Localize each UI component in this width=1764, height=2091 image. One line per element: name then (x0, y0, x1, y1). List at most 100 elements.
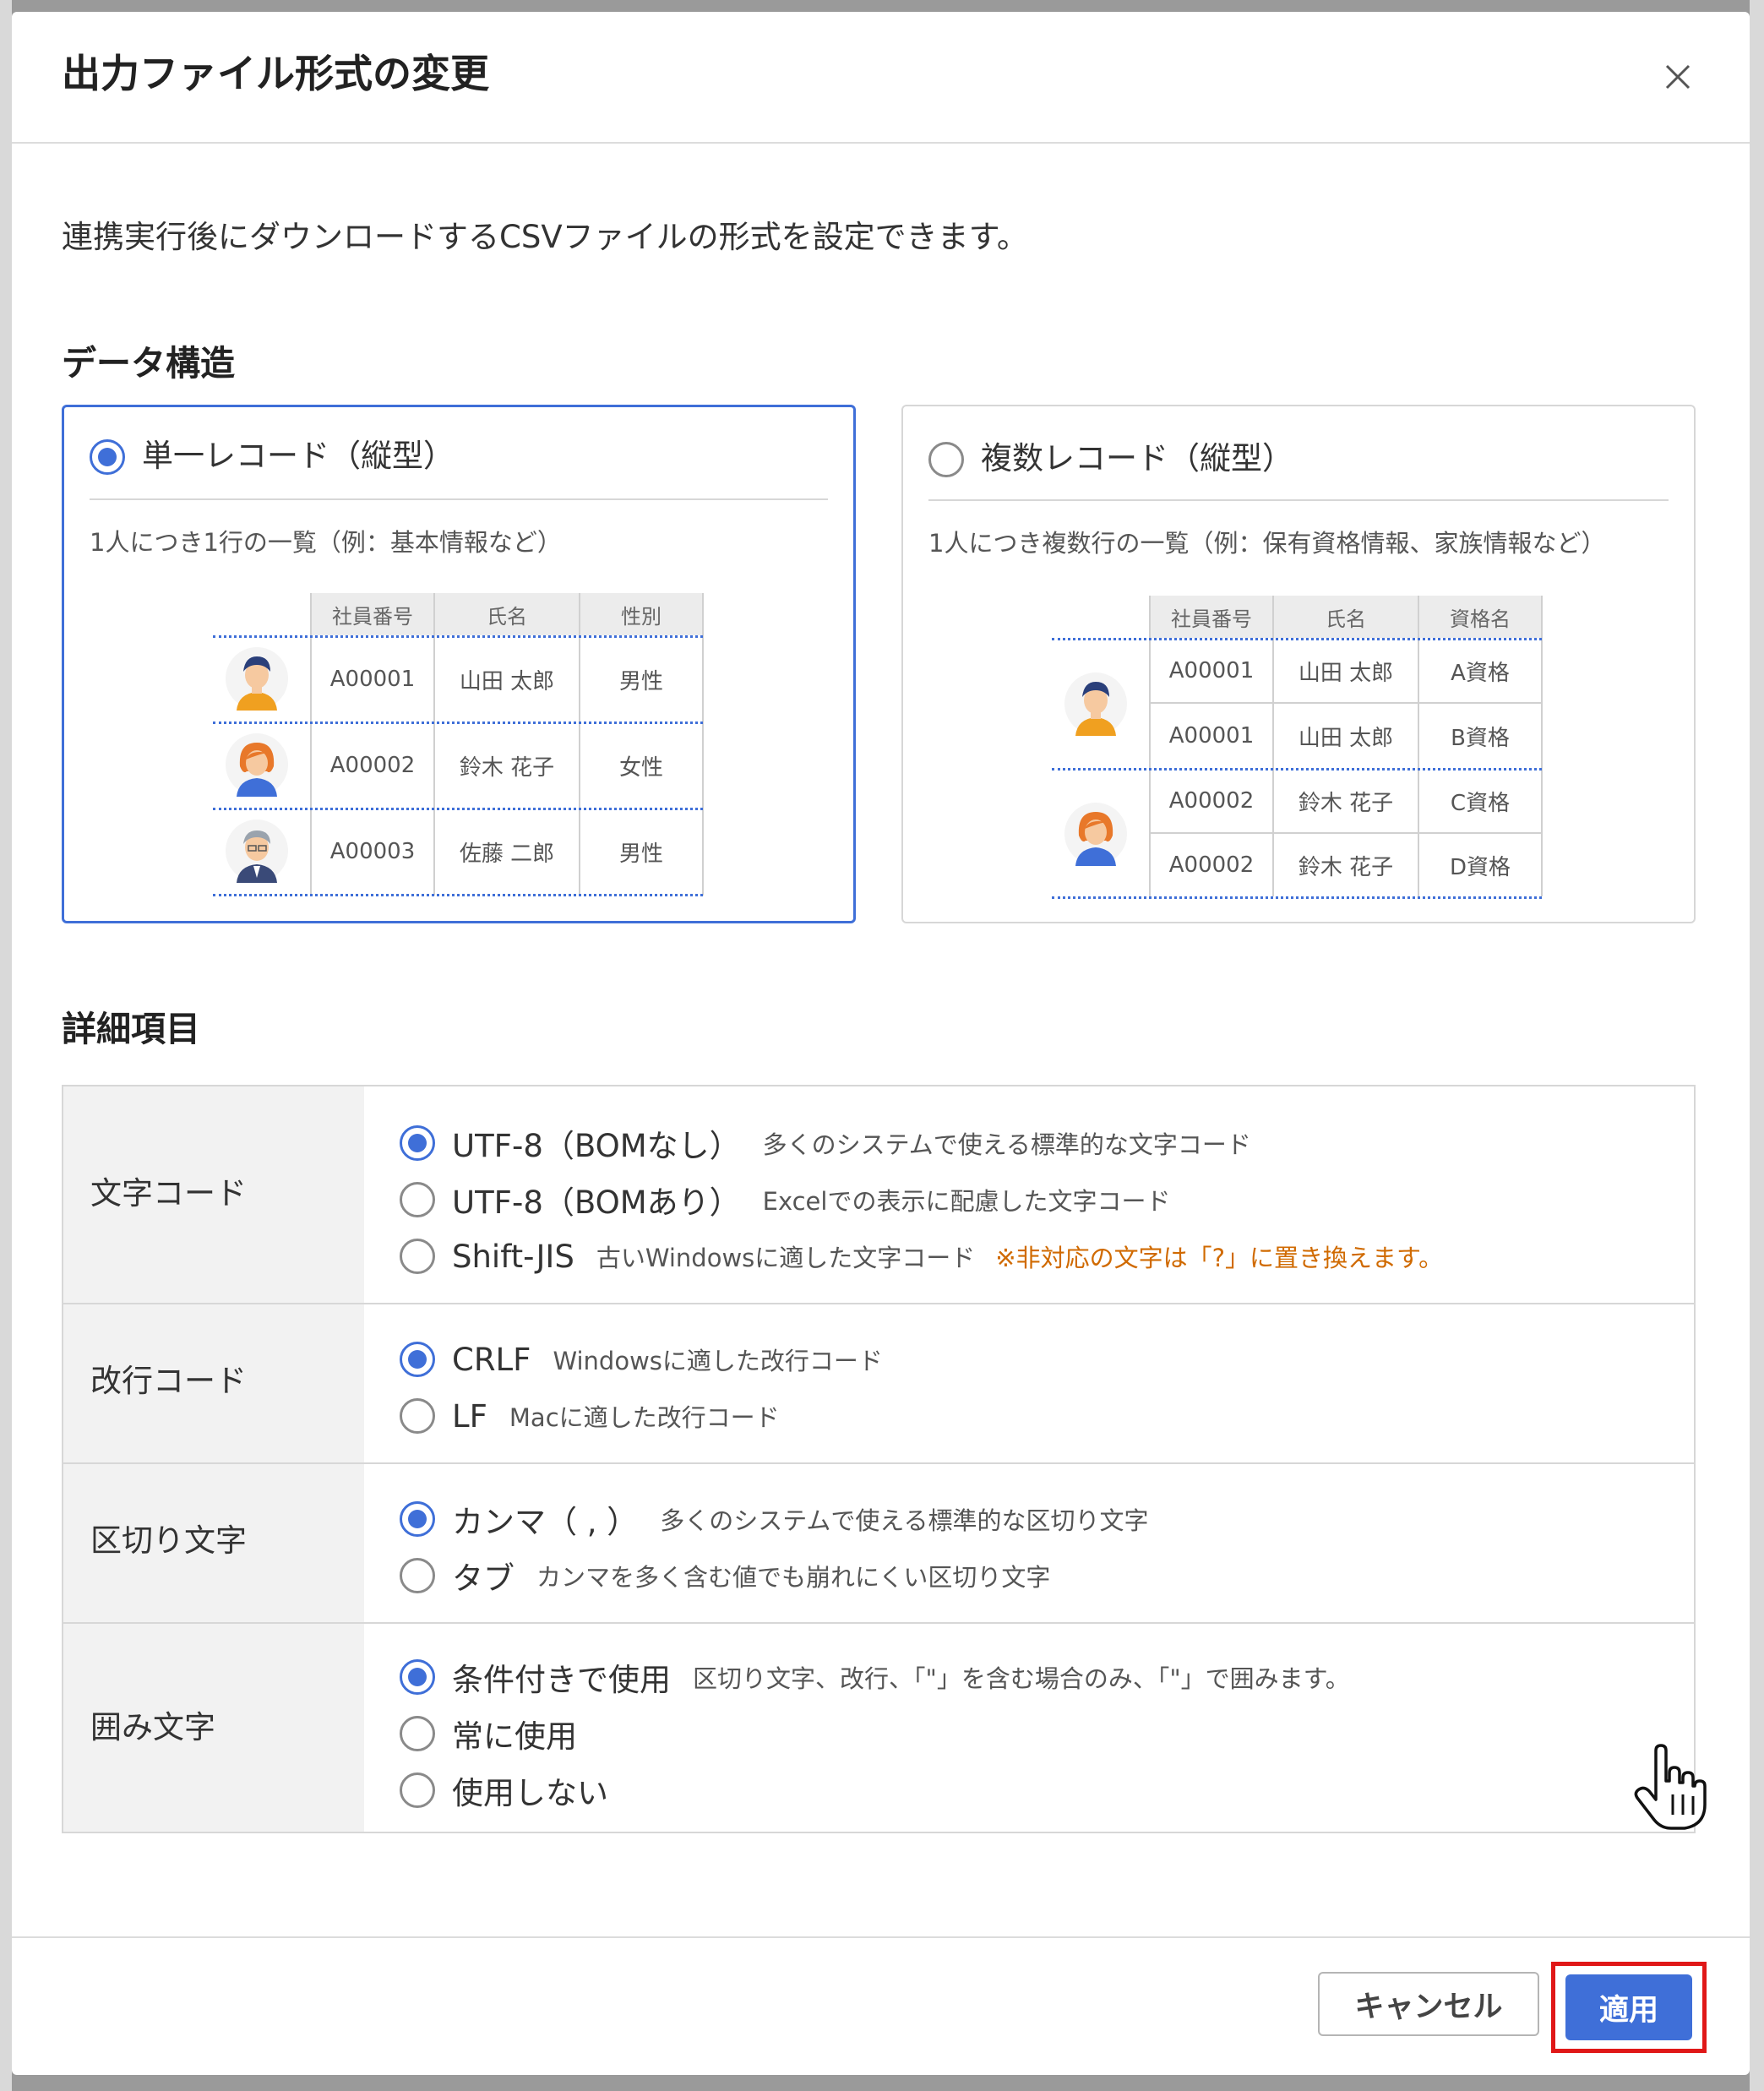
option-always[interactable]: 常に使用 (400, 1713, 599, 1755)
option-label: CRLF (452, 1341, 531, 1378)
backdrop-right (1750, 0, 1764, 2091)
option-conditional[interactable]: 条件付きで使用 区切り文字、改行、「"」を含む場合のみ、「"」で囲みます。 (400, 1656, 1350, 1698)
table-cell: 鈴木 花子 (459, 754, 555, 781)
option-shift-jis[interactable]: Shift-JIS 古いWindowsに適した文字コード ※非対応の文字は「?」… (400, 1235, 1443, 1277)
option-description: Excelでの表示に配慮した文字コード (762, 1187, 1171, 1216)
line-code-row: 改行コード CRLF Windowsに適した改行コード LF Macに適した改行… (63, 1303, 1694, 1462)
shift-jis-radio[interactable] (400, 1239, 435, 1274)
option-utf8-nobom[interactable]: UTF-8（BOMなし） 多くのシステムで使える標準的な文字コード (400, 1122, 1251, 1164)
comma-radio[interactable] (400, 1501, 435, 1537)
option-description: 多くのシステムで使える標準的な区切り文字 (660, 1506, 1149, 1535)
table-cell: 鈴木 花子 (1298, 790, 1394, 816)
cancel-button[interactable]: キャンセル (1318, 1972, 1539, 2036)
apply-button[interactable]: 適用 (1565, 1974, 1692, 2040)
table-cell: A00001 (1168, 723, 1255, 749)
conditional-radio[interactable] (400, 1659, 435, 1695)
option-description: Windowsに適した改行コード (553, 1347, 883, 1375)
option-description: 古いWindowsに適した文字コード (596, 1244, 976, 1272)
delimiter-label-cell: 区切り文字 (63, 1464, 364, 1622)
table-cell: 女性 (618, 754, 663, 781)
table-header: 社員番号 (1150, 596, 1273, 638)
table-cell: A00001 (329, 667, 416, 692)
table-header: 氏名 (1273, 596, 1418, 638)
close-icon (1665, 64, 1690, 90)
table-header: 資格名 (1418, 596, 1542, 638)
option-label: タブ (452, 1560, 514, 1597)
dialog-title: 出力ファイル形式の変更 (62, 51, 489, 96)
option-lf[interactable]: LF Macに適した改行コード (400, 1395, 780, 1437)
option-label: カンマ（ , ） (452, 1504, 639, 1540)
table-cell: A資格 (1451, 660, 1510, 686)
option-label: Shift-JIS (452, 1238, 574, 1275)
table-cell: C資格 (1450, 790, 1511, 816)
row-separator (1052, 896, 1542, 899)
option-label: 条件付きで使用 (452, 1662, 671, 1698)
male-avatar-icon (1064, 672, 1127, 736)
option-label: UTF-8（BOMあり） (452, 1184, 741, 1221)
row-separator (213, 894, 703, 896)
data-structure-heading: データ構造 (62, 343, 235, 384)
table-cell: A00001 (1168, 658, 1255, 683)
table-cell: A00002 (329, 753, 416, 778)
female-avatar-icon (226, 733, 288, 797)
option-comma[interactable]: カンマ（ , ） 多くのシステムで使える標準的な区切り文字 (400, 1498, 1149, 1540)
option-label: 常に使用 (452, 1718, 577, 1755)
option-utf8-bom[interactable]: UTF-8（BOMあり） Excelでの表示に配慮した文字コード (400, 1179, 1170, 1221)
option-tab[interactable]: タブ カンマを多く含む値でも崩れにくい区切り文字 (400, 1555, 1050, 1597)
option-never[interactable]: 使用しない (400, 1769, 630, 1811)
dialog-header: 出力ファイル形式の変更 (12, 12, 1750, 144)
table-cell: 鈴木 花子 (1298, 854, 1394, 880)
option-description: カンマを多く含む値でも崩れにくい区切り文字 (536, 1563, 1051, 1592)
crlf-radio[interactable] (400, 1342, 435, 1377)
option-label: LF (452, 1397, 487, 1435)
option-label: 使用しない (452, 1775, 608, 1811)
char-code-row: 文字コード UTF-8（BOMなし） 多くのシステムで使える標準的な文字コード … (63, 1086, 1694, 1303)
option-crlf[interactable]: CRLF Windowsに適した改行コード (400, 1338, 883, 1380)
table-cell: A00003 (329, 839, 416, 864)
never-radio[interactable] (400, 1772, 435, 1808)
male-avatar-icon (226, 647, 288, 711)
table-header: 氏名 (434, 593, 580, 635)
table-cell: D資格 (1449, 854, 1511, 880)
table-cell: 男性 (618, 668, 663, 694)
lf-radio[interactable] (400, 1398, 435, 1434)
table-cell: 山田 太郎 (1298, 660, 1394, 686)
table-header: 性別 (580, 593, 703, 635)
char-code-label: 文字コード (90, 1175, 247, 1212)
table-cell: 男性 (618, 841, 663, 867)
single-record-illustration: 社員番号 氏名 性別 A00001 山田 太郎 男性 A00002 鈴木 花子 … (64, 407, 858, 926)
older-male-avatar-icon (226, 820, 288, 883)
close-button[interactable] (1657, 56, 1699, 98)
output-format-dialog: 出力ファイル形式の変更 連携実行後にダウンロードするCSVファイルの形式を設定で… (12, 12, 1750, 2075)
table-header: 社員番号 (311, 593, 434, 635)
option-label: UTF-8（BOMなし） (452, 1128, 741, 1164)
single-record-card[interactable]: 単一レコード（縦型） 1人につき1行の一覧（例：基本情報など） 社員番号 氏名 … (62, 405, 856, 923)
details-table: 文字コード UTF-8（BOMなし） 多くのシステムで使える標準的な文字コード … (62, 1085, 1696, 1833)
delimiter-row: 区切り文字 カンマ（ , ） 多くのシステムで使える標準的な区切り文字 タブ カ… (63, 1462, 1694, 1622)
table-cell: B資格 (1451, 725, 1510, 751)
option-description: 区切り文字、改行、「"」を含む場合のみ、「"」で囲みます。 (693, 1664, 1350, 1693)
table-cell: 佐藤 二郎 (459, 841, 555, 867)
quote-label: 囲み文字 (90, 1709, 215, 1745)
dialog-description: 連携実行後にダウンロードするCSVファイルの形式を設定できます。 (62, 219, 1028, 255)
line-code-label-cell: 改行コード (63, 1304, 364, 1462)
always-radio[interactable] (400, 1716, 435, 1751)
backdrop-left (0, 0, 12, 2091)
table-cell: A00002 (1168, 852, 1255, 878)
delimiter-label: 区切り文字 (90, 1522, 247, 1559)
shift-jis-warning: ※非対応の文字は「?」に置き換えます。 (995, 1244, 1444, 1272)
tab-radio[interactable] (400, 1558, 435, 1593)
quote-label-cell: 囲み文字 (63, 1624, 364, 1832)
char-code-label-cell: 文字コード (63, 1086, 364, 1303)
table-cell: A00002 (1168, 788, 1255, 814)
multiple-record-card[interactable]: 複数レコード（縦型） 1人につき複数行の一覧（例：保有資格情報、家族情報など） … (901, 405, 1696, 923)
line-code-label: 改行コード (90, 1363, 247, 1399)
details-heading: 詳細項目 (62, 1009, 200, 1049)
female-avatar-icon (1064, 803, 1127, 866)
table-cell: 山田 太郎 (1298, 725, 1394, 751)
utf8-bom-radio[interactable] (400, 1182, 435, 1217)
utf8-nobom-radio[interactable] (400, 1125, 435, 1161)
table-cell: 山田 太郎 (459, 668, 555, 694)
dialog-footer: キャンセル 適用 (12, 1936, 1750, 2075)
option-description: 多くのシステムで使える標準的な文字コード (762, 1130, 1251, 1159)
